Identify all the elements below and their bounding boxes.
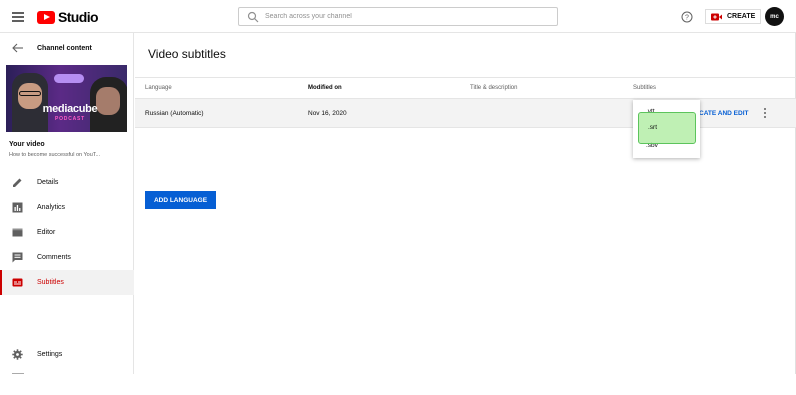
search-box[interactable] (238, 7, 558, 26)
subtitle-format-menu: .vtt .sbv (633, 100, 700, 158)
channel-content-label: Channel content (37, 44, 92, 52)
more-options-icon[interactable] (762, 108, 768, 119)
create-label: CREATE (727, 13, 756, 20)
table-header: Language Modified on Title & description… (135, 77, 796, 99)
column-title-description: Title & description (470, 85, 518, 91)
channel-content-link[interactable]: Channel content (0, 33, 134, 63)
column-modified-on[interactable]: Modified on (308, 85, 342, 91)
thumbnail-brand: mediacube (42, 103, 98, 115)
settings-label: Settings (37, 351, 63, 358)
video-thumbnail[interactable]: mediacube PODCAST (6, 65, 127, 132)
video-title: How to become successful on YouT... (9, 152, 101, 158)
sidebar-item-details[interactable]: Details (0, 170, 134, 195)
comments-icon (12, 252, 23, 263)
add-language-button[interactable]: ADD LANGUAGE (145, 191, 216, 209)
sidebar-item-subtitles[interactable]: Subtitles (0, 270, 134, 295)
sidebar-item-label: Editor (37, 229, 56, 236)
thumbnail-speech-bubble (54, 74, 84, 83)
menu-item-label: .sbv (646, 142, 658, 149)
studio-app: Studio ? CREATE mc (0, 0, 796, 374)
studio-logo[interactable]: Studio (37, 9, 99, 25)
search-input[interactable] (265, 13, 545, 20)
menu-icon[interactable] (12, 12, 24, 22)
sidebar-item-editor[interactable]: Editor (0, 220, 134, 245)
sidebar-item-comments[interactable]: Comments (0, 245, 134, 270)
gear-icon (12, 349, 23, 360)
youtube-logo-icon (37, 10, 55, 24)
menu-item-sbv[interactable]: .sbv (633, 139, 700, 151)
analytics-icon (12, 202, 23, 213)
sidebar: Channel content mediacube PODCAST Your v… (0, 33, 134, 374)
subtitles-icon (12, 278, 23, 287)
duplicate-and-edit-button[interactable]: CATE AND EDIT (699, 110, 748, 117)
main-content: Video subtitles Language Modified on Tit… (135, 33, 796, 374)
search-icon (247, 11, 259, 22)
top-bar: Studio ? CREATE mc (0, 0, 796, 33)
row-modified-on: Nov 16, 2020 (308, 110, 347, 117)
page-title: Video subtitles (148, 47, 226, 61)
sidebar-item-label: Subtitles (37, 279, 64, 286)
avatar[interactable]: mc (765, 7, 784, 26)
pencil-icon (13, 178, 22, 187)
sidebar-item-label: Analytics (37, 204, 66, 211)
editor-icon (12, 228, 23, 237)
logo-text: Studio (58, 9, 99, 25)
sidebar-item-label: Details (37, 179, 59, 186)
svg-text:?: ? (685, 15, 689, 22)
sidebar-item-analytics[interactable]: Analytics (0, 195, 134, 220)
menu-item-label: .vtt (646, 108, 655, 115)
column-language: Language (145, 85, 172, 91)
back-arrow-icon (12, 43, 23, 53)
sidebar-nav: Details Analytics Editor Comments Subtit… (0, 170, 134, 295)
your-video-label: Your video (9, 141, 45, 148)
row-language: Russian (Automatic) (145, 110, 204, 117)
column-subtitles: Subtitles (633, 85, 657, 91)
sidebar-item-settings[interactable]: Settings (0, 342, 134, 367)
menu-item-srt-label: .srt (648, 124, 658, 131)
sidebar-item-label: Comments (37, 254, 71, 261)
menu-item-vtt[interactable]: .vtt (633, 105, 700, 117)
video-camera-icon (711, 13, 722, 20)
thumbnail-brand-sub: PODCAST (54, 116, 86, 122)
sidebar-partial-item (12, 373, 24, 374)
help-icon[interactable]: ? (681, 11, 693, 23)
create-button[interactable]: CREATE (705, 9, 762, 24)
